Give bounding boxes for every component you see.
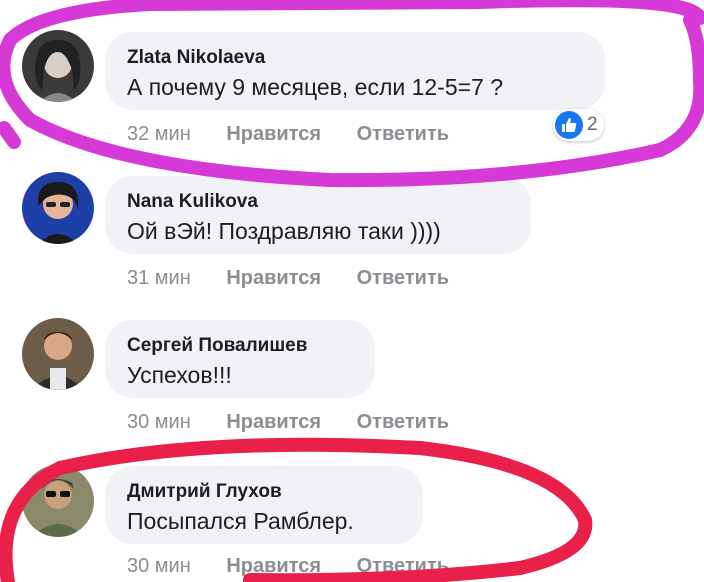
comment-actions: 30 мин Нравится Ответить: [127, 411, 479, 434]
reaction-count: 2: [587, 114, 598, 135]
comment-text: Успехов!!!: [127, 362, 232, 388]
comment-author[interactable]: Zlata Nikolaeva: [127, 46, 583, 70]
comment-bubble: Сергей Повалишев Успехов!!!: [105, 320, 375, 398]
avatar[interactable]: [22, 318, 94, 390]
comment-actions: 31 мин Нравится Ответить: [127, 267, 479, 290]
comment-text: Посыпался Рамблер.: [127, 508, 354, 534]
comment-time[interactable]: 30 мин: [127, 411, 191, 433]
magenta-highlight-tail: [0, 121, 21, 149]
comment-bubble: Zlata Nikolaeva А почему 9 месяцев, если…: [105, 32, 605, 110]
comment-time[interactable]: 31 мин: [127, 267, 191, 289]
like-icon: [555, 111, 583, 139]
reply-button[interactable]: Ответить: [357, 123, 449, 145]
previous-comment-bubble-edge: [175, 0, 697, 8]
reactions-badge[interactable]: 2: [553, 109, 604, 141]
comment-actions: 30 мин Нравится Ответить: [127, 555, 479, 578]
comment-author[interactable]: Дмитрий Глухов: [127, 480, 401, 504]
like-button[interactable]: Нравится: [226, 555, 321, 577]
comment-bubble: Nana Kulikova Ой вЭй! Поздравляю таки ))…: [105, 176, 531, 254]
reply-button[interactable]: Ответить: [357, 267, 449, 289]
avatar[interactable]: [22, 465, 94, 537]
comment-bubble: Дмитрий Глухов Посыпался Рамблер.: [105, 466, 423, 544]
comment-time[interactable]: 30 мин: [127, 555, 191, 577]
comment-text: Ой вЭй! Поздравляю таки )))): [127, 218, 441, 244]
reply-button[interactable]: Ответить: [357, 555, 449, 577]
reply-button[interactable]: Ответить: [357, 411, 449, 433]
like-button[interactable]: Нравится: [226, 123, 321, 145]
comment-time[interactable]: 32 мин: [127, 123, 191, 145]
comment-author[interactable]: Сергей Повалишев: [127, 334, 353, 358]
comment-author[interactable]: Nana Kulikova: [127, 190, 509, 214]
like-button[interactable]: Нравится: [226, 267, 321, 289]
like-button[interactable]: Нравится: [226, 411, 321, 433]
comment-text: А почему 9 месяцев, если 12-5=7 ?: [127, 74, 504, 100]
comment-actions: 32 мин Нравится Ответить: [127, 123, 479, 146]
avatar[interactable]: [22, 172, 94, 244]
avatar[interactable]: [22, 30, 94, 102]
